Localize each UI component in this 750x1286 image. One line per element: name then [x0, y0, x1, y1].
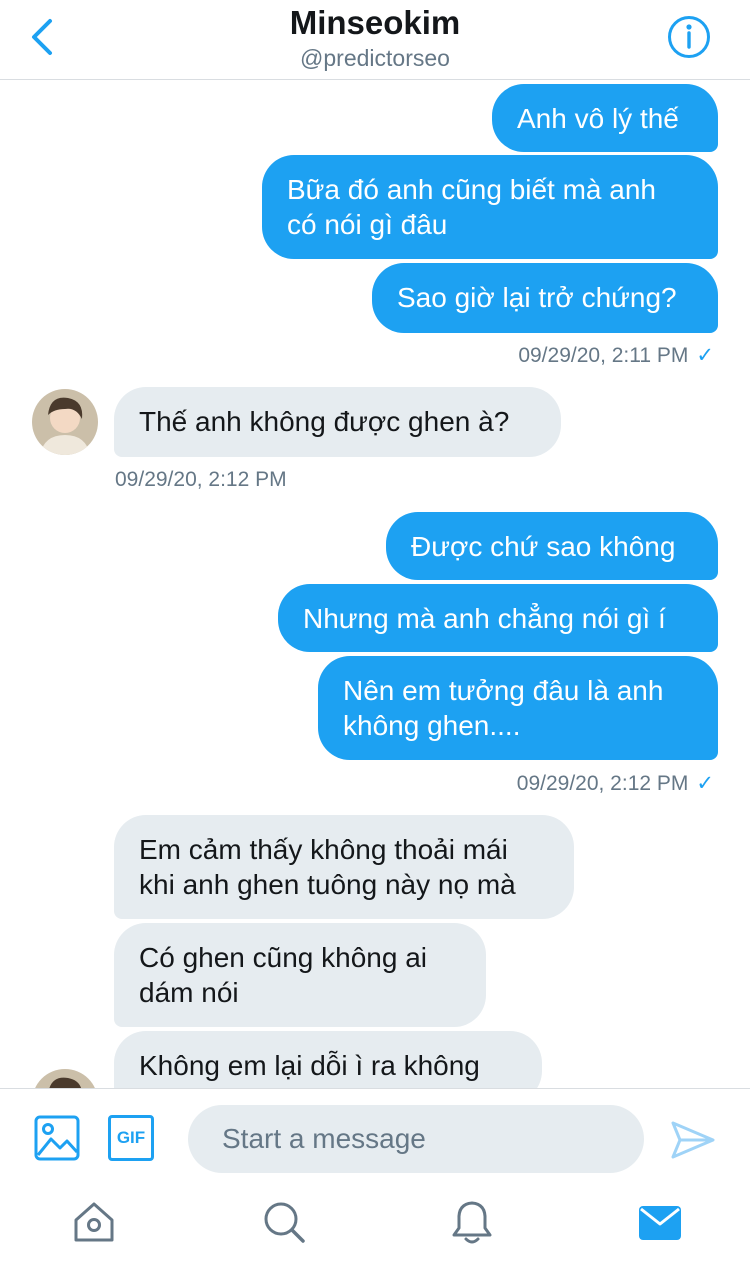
sent-check-icon: ✓: [696, 772, 714, 795]
bottom-tab-bar: [0, 1186, 750, 1286]
message-bubble-incoming[interactable]: Có ghen cũng không ai dám nói: [114, 923, 486, 1027]
avatar[interactable]: [32, 389, 98, 455]
conversation-handle: @predictorseo: [300, 45, 450, 71]
tab-home[interactable]: [70, 1198, 118, 1246]
notifications-icon: [452, 1201, 492, 1244]
timestamp-text: 09/29/20, 2:12 PM: [516, 772, 689, 795]
message-composer: GIF: [0, 1088, 750, 1186]
message-bubble-incoming[interactable]: Thế anh không được ghen à?: [114, 387, 561, 457]
search-icon: [264, 1202, 305, 1243]
message-timestamp: 09/29/20, 2:11 PM ✓: [518, 343, 714, 368]
avatar[interactable]: [32, 1069, 98, 1088]
conversation-title: Minseokim: [289, 4, 461, 41]
message-input[interactable]: [188, 1105, 644, 1173]
message-bubble-incoming[interactable]: Không em lại dỗi ì ra không: [114, 1031, 542, 1088]
message-list[interactable]: Anh vô lý thế Bữa đó anh cũng biết mà an…: [0, 81, 750, 1088]
timestamp-text: 09/29/20, 2:11 PM: [518, 344, 689, 367]
message-bubble-outgoing[interactable]: Anh vô lý thế: [492, 84, 718, 152]
add-gif-button[interactable]: GIF: [108, 1115, 154, 1161]
sent-check-icon: ✓: [696, 344, 714, 367]
home-icon: [74, 1202, 114, 1242]
message-bubble-outgoing[interactable]: Nên em tưởng đâu là anh không ghen....: [318, 656, 718, 760]
gif-icon: GIF: [116, 1128, 146, 1147]
send-icon: [671, 1121, 715, 1159]
info-icon: [668, 16, 710, 58]
info-button[interactable]: [666, 14, 712, 60]
message-bubble-outgoing[interactable]: Được chứ sao không: [386, 512, 718, 580]
conversation-header: Minseokim @predictorseo: [0, 0, 750, 80]
message-bubble-outgoing[interactable]: Bữa đó anh cũng biết mà anh có nói gì đâ…: [262, 155, 718, 259]
message-bubble-outgoing[interactable]: Sao giờ lại trở chứng?: [372, 263, 718, 333]
message-timestamp: 09/29/20, 2:12 PM: [115, 468, 287, 491]
tab-search[interactable]: [260, 1198, 308, 1246]
message-timestamp: 09/29/20, 2:12 PM ✓: [517, 771, 714, 796]
add-image-button[interactable]: [34, 1115, 80, 1161]
image-icon: [34, 1115, 80, 1161]
messages-icon: [639, 1206, 681, 1240]
tab-messages[interactable]: [636, 1198, 684, 1246]
message-bubble-outgoing[interactable]: Nhưng mà anh chẳng nói gì í: [278, 584, 718, 652]
tab-notifications[interactable]: [448, 1198, 496, 1246]
send-button[interactable]: [670, 1119, 716, 1161]
message-bubble-incoming[interactable]: Em cảm thấy không thoải mái khi anh ghen…: [114, 815, 574, 919]
